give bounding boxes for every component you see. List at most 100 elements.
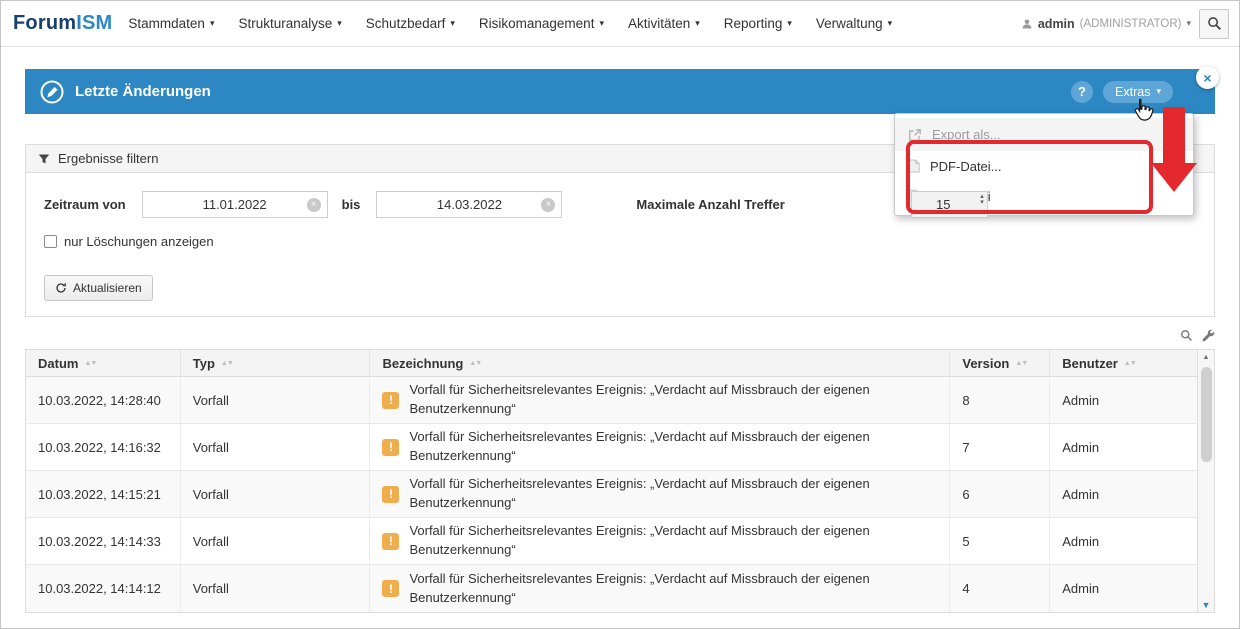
table-row[interactable]: 10.03.2022, 14:14:12 Vorfall ! Vorfall f… <box>26 565 1197 612</box>
cell-datum: 10.03.2022, 14:16:32 <box>26 424 181 470</box>
main-menu: Stammdaten ▾ Strukturanalyse ▾ Schutzbed… <box>128 16 892 31</box>
refresh-icon <box>55 282 67 294</box>
bezeichnung-text: Vorfall für Sicherheitsrelevantes Ereign… <box>409 381 937 419</box>
cell-benutzer: Admin <box>1050 377 1197 423</box>
nav-item-aktivitaeten[interactable]: Aktivitäten ▾ <box>628 16 700 31</box>
nav-item-risikomanagement[interactable]: Risikomanagement ▾ <box>479 16 604 31</box>
menu-item-label: PDF-Datei... <box>930 159 1002 174</box>
search-button[interactable] <box>1199 9 1229 39</box>
number-spinner[interactable]: ▴ ▾ <box>980 194 984 205</box>
column-header-typ[interactable]: Typ ▲▼ <box>181 350 371 376</box>
chevron-down-icon: ▾ <box>1156 87 1161 96</box>
cell-benutzer: Admin <box>1050 424 1197 470</box>
nav-item-stammdaten[interactable]: Stammdaten ▾ <box>128 16 214 31</box>
column-header-datum[interactable]: Datum ▲▼ <box>26 350 181 376</box>
top-navbar: ForumISM Stammdaten ▾ Strukturanalyse ▾ … <box>1 1 1239 47</box>
cell-version: 8 <box>950 377 1050 423</box>
edit-pencil-icon <box>39 79 65 105</box>
max-results-value: 15 <box>912 197 987 212</box>
table-row[interactable]: 10.03.2022, 14:15:21 Vorfall ! Vorfall f… <box>26 471 1197 518</box>
vertical-scrollbar[interactable]: ▲ ▼ <box>1198 349 1215 613</box>
cell-bezeichnung: ! Vorfall für Sicherheitsrelevantes Erei… <box>370 565 950 612</box>
date-to-value: 14.03.2022 <box>377 197 561 212</box>
column-header-version[interactable]: Version ▲▼ <box>950 350 1050 376</box>
column-label: Version <box>962 356 1009 371</box>
cell-version: 5 <box>950 518 1050 564</box>
column-header-benutzer[interactable]: Benutzer ▲▼ <box>1050 350 1197 376</box>
close-button[interactable]: × <box>1196 66 1219 89</box>
clear-icon[interactable]: × <box>541 198 555 212</box>
table-header-row: Datum ▲▼ Typ ▲▼ Bezeichnung ▲▼ Version ▲… <box>26 350 1197 377</box>
cell-benutzer: Admin <box>1050 518 1197 564</box>
table-row[interactable]: 10.03.2022, 14:16:32 Vorfall ! Vorfall f… <box>26 424 1197 471</box>
menu-item-pdf-datei[interactable]: PDF-Datei... <box>895 151 1193 181</box>
nav-item-label: Aktivitäten <box>628 16 690 31</box>
bezeichnung-text: Vorfall für Sicherheitsrelevantes Ereign… <box>409 428 937 466</box>
filter-panel-title: Ergebnisse filtern <box>58 151 158 166</box>
scrollbar-thumb[interactable] <box>1201 367 1212 462</box>
nav-item-schutzbedarf[interactable]: Schutzbedarf ▾ <box>366 16 455 31</box>
cell-typ: Vorfall <box>181 377 371 423</box>
cell-datum: 10.03.2022, 14:14:12 <box>26 565 181 612</box>
help-button[interactable]: ? <box>1071 81 1093 103</box>
max-results-label: Maximale Anzahl Treffer <box>636 197 784 212</box>
bezeichnung-text: Vorfall für Sicherheitsrelevantes Ereign… <box>409 475 937 513</box>
table-row[interactable]: 10.03.2022, 14:28:40 Vorfall ! Vorfall f… <box>26 377 1197 424</box>
nav-item-verwaltung[interactable]: Verwaltung ▾ <box>816 16 892 31</box>
refresh-button[interactable]: Aktualisieren <box>44 275 153 301</box>
menu-item-export-als: Export als... <box>895 118 1193 151</box>
page-title: Letzte Änderungen <box>75 83 211 100</box>
nav-item-label: Verwaltung <box>816 16 883 31</box>
cell-bezeichnung: ! Vorfall für Sicherheitsrelevantes Erei… <box>370 424 950 470</box>
sort-icon[interactable]: ▲▼ <box>469 360 481 367</box>
column-label: Bezeichnung <box>382 356 463 371</box>
user-menu[interactable]: admin (ADMINISTRATOR) ▾ <box>1021 17 1191 31</box>
chevron-down-icon: ▾ <box>787 19 792 28</box>
sort-icon[interactable]: ▲▼ <box>221 360 233 367</box>
date-from-value: 11.01.2022 <box>143 197 327 212</box>
cell-bezeichnung: ! Vorfall für Sicherheitsrelevantes Erei… <box>370 518 950 564</box>
cell-bezeichnung: ! Vorfall für Sicherheitsrelevantes Erei… <box>370 377 950 423</box>
cell-typ: Vorfall <box>181 471 371 517</box>
cell-benutzer: Admin <box>1050 471 1197 517</box>
chevron-down-icon: ▾ <box>888 19 893 28</box>
date-from-input[interactable]: 11.01.2022 × <box>142 191 328 218</box>
sort-icon[interactable]: ▲▼ <box>1015 360 1027 367</box>
search-icon <box>1207 16 1222 31</box>
refresh-button-label: Aktualisieren <box>73 281 142 295</box>
scroll-down-icon[interactable]: ▼ <box>1198 597 1214 612</box>
pdf-file-icon <box>908 159 920 173</box>
chevron-down-icon: ▾ <box>1186 19 1191 28</box>
table-toolbar <box>25 327 1215 343</box>
nav-item-strukturanalyse[interactable]: Strukturanalyse ▾ <box>238 16 341 31</box>
cell-datum: 10.03.2022, 14:15:21 <box>26 471 181 517</box>
extras-button[interactable]: Extras ▾ <box>1103 81 1173 103</box>
only-deletions-checkbox[interactable] <box>44 235 57 248</box>
spinner-down-icon[interactable]: ▾ <box>980 200 984 206</box>
user-icon <box>1021 18 1033 30</box>
nav-item-label: Risikomanagement <box>479 16 595 31</box>
sort-icon[interactable]: ▲▼ <box>84 360 96 367</box>
clear-icon[interactable]: × <box>307 198 321 212</box>
menu-item-label: Export als... <box>932 127 1001 142</box>
scroll-up-icon[interactable]: ▲ <box>1198 350 1214 365</box>
filter-icon <box>38 153 50 165</box>
date-to-input[interactable]: 14.03.2022 × <box>376 191 562 218</box>
nav-item-label: Strukturanalyse <box>238 16 332 31</box>
bezeichnung-text: Vorfall für Sicherheitsrelevantes Ereign… <box>409 522 937 560</box>
app-window: ForumISM Stammdaten ▾ Strukturanalyse ▾ … <box>0 0 1240 629</box>
user-name: admin <box>1038 17 1075 31</box>
results-table: Datum ▲▼ Typ ▲▼ Bezeichnung ▲▼ Version ▲… <box>25 349 1198 613</box>
sort-icon[interactable]: ▲▼ <box>1124 360 1136 367</box>
cell-typ: Vorfall <box>181 424 371 470</box>
column-header-bezeichnung[interactable]: Bezeichnung ▲▼ <box>370 350 950 376</box>
chevron-down-icon: ▾ <box>450 19 455 28</box>
app-logo[interactable]: ForumISM <box>13 12 112 35</box>
table-row[interactable]: 10.03.2022, 14:14:33 Vorfall ! Vorfall f… <box>26 518 1197 565</box>
table-settings-wrench-icon[interactable] <box>1202 329 1215 342</box>
table-search-icon[interactable] <box>1180 329 1193 342</box>
cell-version: 7 <box>950 424 1050 470</box>
nav-item-reporting[interactable]: Reporting ▾ <box>724 16 792 31</box>
max-results-input[interactable]: 15 ▴ ▾ <box>911 191 988 218</box>
warning-icon: ! <box>382 392 399 409</box>
